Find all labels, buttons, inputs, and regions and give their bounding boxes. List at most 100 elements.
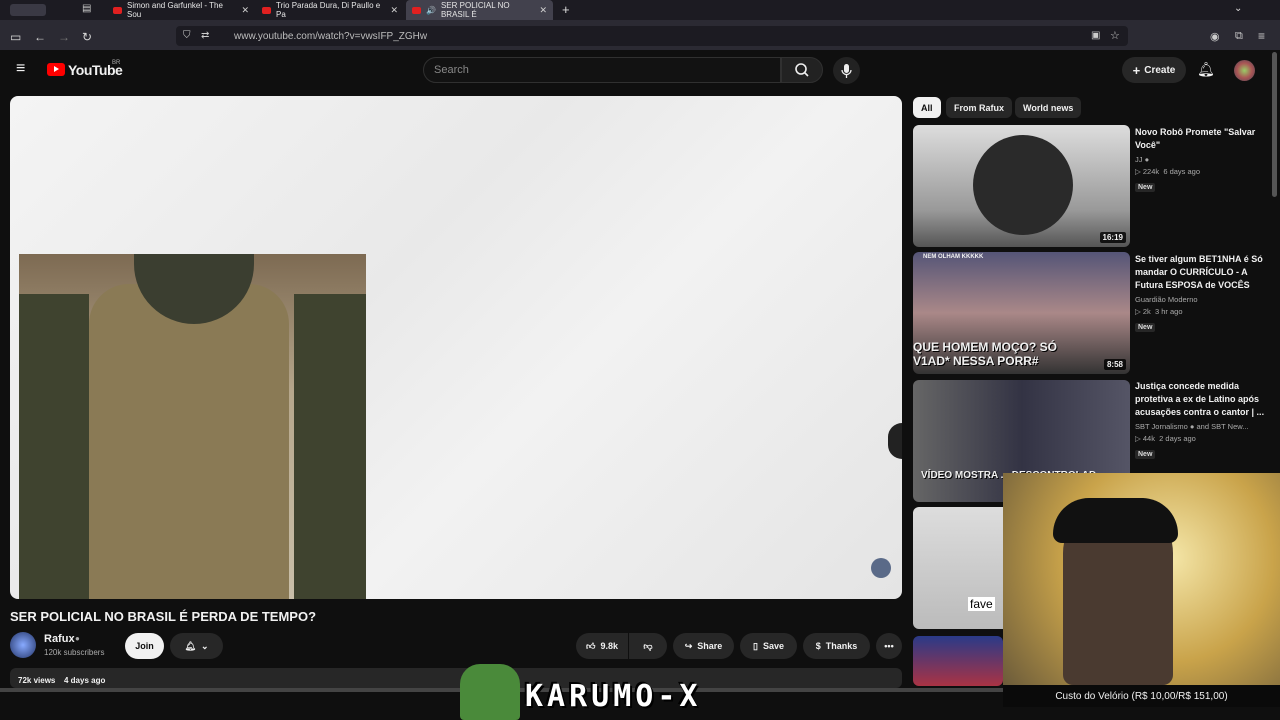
tab-3-active[interactable]: 🔊 SER POLICIAL NO BRASIL É ✕ — [406, 0, 553, 20]
chevron-down-icon: ⌄ — [200, 640, 209, 651]
tab-1[interactable]: Simon and Garfunkel - The Sou ✕ — [107, 0, 255, 20]
tab-title: SER POLICIAL NO BRASIL É — [440, 1, 510, 19]
tab-title: Trio Parada Dura, Di Paullo e Pa — [276, 1, 381, 19]
bookmark-icon: ▯ — [753, 640, 758, 651]
share-button[interactable]: ↪ Share — [673, 633, 734, 659]
next-arrow-icon[interactable] — [888, 423, 902, 459]
youtube-favicon-icon — [262, 6, 271, 14]
recommendation-thumbnail[interactable] — [913, 636, 1003, 686]
shield-icon[interactable]: ⛉ — [183, 30, 191, 41]
chip-from-rafux[interactable]: From Rafux — [946, 97, 1013, 118]
recommendation-thumbnail[interactable]: 16:19 — [913, 125, 1130, 247]
voice-search-button[interactable] — [833, 57, 860, 84]
youtube-logo-icon[interactable] — [47, 63, 65, 76]
channel-watermark-icon[interactable] — [871, 558, 891, 578]
recommendation-age: 3 hr ago — [1154, 307, 1183, 316]
cost-text: Custo do Velório (R$ 10,00/R$ 151,00) — [1055, 690, 1228, 702]
menu-icon[interactable]: ≡ — [1258, 29, 1265, 43]
sidebar-toggle-icon[interactable] — [10, 4, 46, 16]
chip-all[interactable]: All — [913, 97, 941, 118]
back-icon[interactable]: ← — [34, 30, 46, 44]
recommendation-views: 224k — [1142, 167, 1160, 176]
chip-world-news[interactable]: World news — [1015, 97, 1082, 118]
cost-overlay: Custo do Velório (R$ 10,00/R$ 151,00) — [1003, 685, 1280, 707]
recommendation-item[interactable]: Se tiver algum BET1NHA é Só mandar O CUR… — [1135, 253, 1265, 334]
plus-icon: + — [1132, 62, 1141, 78]
close-tab-icon[interactable]: ✕ — [241, 5, 249, 16]
recommendation-channel-extra: and SBT New... — [1196, 422, 1249, 431]
page-scrollbar[interactable] — [1272, 52, 1277, 197]
join-button[interactable]: Join — [125, 633, 164, 659]
tab-title: Simon and Garfunkel - The Sou — [127, 1, 223, 19]
recommendation-item[interactable]: Novo Robô Promete "Salvar Você" JJ ● ▷ 2… — [1135, 126, 1265, 194]
close-tab-icon[interactable]: ✕ — [390, 5, 398, 16]
avatar[interactable] — [1234, 60, 1255, 81]
dislike-button[interactable]: 👎︎ — [629, 633, 667, 659]
recommendation-age: 6 days ago — [1163, 167, 1201, 176]
verified-icon: ● — [1189, 422, 1195, 431]
recommendation-views: 2k — [1142, 307, 1151, 316]
thumbs-up-icon: 👍︎ — [586, 640, 596, 651]
recommendation-title[interactable]: Justiça concede medida protetiva a ex de… — [1135, 380, 1265, 419]
thanks-icon: $ — [815, 641, 821, 651]
new-badge: New — [1135, 323, 1156, 332]
search-input[interactable]: Search — [423, 57, 781, 83]
thumbnail-text: NEM OLHAM KKKKK — [923, 254, 984, 260]
browser-tab-bar: ▤ Simon and Garfunkel - The Sou ✕ Trio P… — [0, 0, 1280, 20]
play-icon: ▷ — [1135, 167, 1141, 176]
more-actions-button[interactable]: ••• — [876, 633, 902, 659]
thanks-label: Thanks — [825, 641, 858, 651]
share-icon: ↪ — [684, 640, 693, 651]
youtube-favicon-icon — [412, 6, 421, 14]
description-box[interactable]: 72k views 4 days ago — [10, 668, 902, 688]
recommendation-item[interactable]: Justiça concede medida protetiva a ex de… — [1135, 380, 1265, 461]
new-badge: New — [1135, 450, 1156, 459]
tab-2[interactable]: Trio Parada Dura, Di Paullo e Pa ✕ — [256, 0, 404, 20]
upload-age: 4 days ago — [64, 676, 106, 685]
notifications-bell-icon[interactable]: 🔔︎ — [1197, 61, 1215, 78]
url-text[interactable]: www.youtube.com/watch?v=vwsIFP_ZGHw — [234, 31, 427, 42]
recommendation-thumbnail[interactable]: NEM OLHAM KKKKK QUE HOMEM MOÇO? SÓ V1AD*… — [913, 252, 1130, 374]
translate-icon[interactable]: ▣ — [1091, 30, 1100, 41]
new-tab-icon[interactable]: + — [562, 2, 570, 17]
recommendation-title[interactable]: Novo Robô Promete "Salvar Você" — [1135, 126, 1265, 152]
thanks-button[interactable]: $ Thanks — [803, 633, 870, 659]
speaker-icon[interactable]: 🔊 — [426, 6, 436, 15]
webcam-overlay — [1003, 473, 1280, 685]
reload-icon[interactable]: ↻ — [82, 30, 92, 44]
create-button[interactable]: + Create — [1122, 57, 1186, 83]
view-count: 72k views — [18, 676, 56, 685]
recommendation-channel[interactable]: JJ — [1135, 155, 1143, 164]
permissions-icon[interactable]: ⇄ — [201, 30, 209, 41]
share-label: Share — [697, 641, 723, 651]
search-button[interactable] — [781, 57, 823, 83]
save-label: Save — [762, 641, 784, 651]
recommendation-views: 44k — [1142, 434, 1155, 443]
list-tabs-icon[interactable]: ⌄ — [1234, 3, 1242, 14]
tab-overview-icon[interactable]: ▤ — [82, 3, 91, 14]
extensions-icon[interactable]: ⧉ — [1235, 30, 1243, 43]
recommendation-channel[interactable]: Guardião Moderno — [1135, 295, 1265, 304]
channel-name[interactable]: Rafux — [44, 633, 75, 645]
video-duration: 8:58 — [1103, 359, 1126, 370]
recommendation-channel[interactable]: SBT Jornalismo — [1135, 422, 1188, 431]
channel-avatar[interactable] — [10, 632, 36, 658]
hamburger-icon[interactable]: ≡ — [16, 61, 25, 77]
like-button[interactable]: 👍︎ 9.8k — [576, 633, 628, 659]
subscribe-notifications-button[interactable]: 🔔︎ ⌄ — [170, 633, 223, 659]
recommendation-title[interactable]: Se tiver algum BET1NHA é Só mandar O CUR… — [1135, 253, 1265, 292]
account-icon[interactable]: ◉ — [1210, 30, 1220, 43]
youtube-favicon-icon — [113, 6, 122, 14]
forward-icon[interactable]: → — [58, 30, 70, 44]
search-icon — [795, 63, 809, 77]
bookmark-star-icon[interactable]: ☆ — [1110, 29, 1120, 42]
verified-icon: ● — [1144, 155, 1150, 164]
close-tab-icon[interactable]: ✕ — [539, 5, 547, 16]
save-button[interactable]: ▯ Save — [740, 633, 797, 659]
create-label: Create — [1144, 64, 1176, 76]
sidebar-icon[interactable]: ▭ — [10, 30, 21, 44]
play-icon: ▷ — [1135, 307, 1141, 316]
bell-icon: 🔔︎ — [184, 640, 196, 651]
video-frame-image — [19, 254, 366, 599]
verified-icon: ● — [75, 634, 80, 643]
